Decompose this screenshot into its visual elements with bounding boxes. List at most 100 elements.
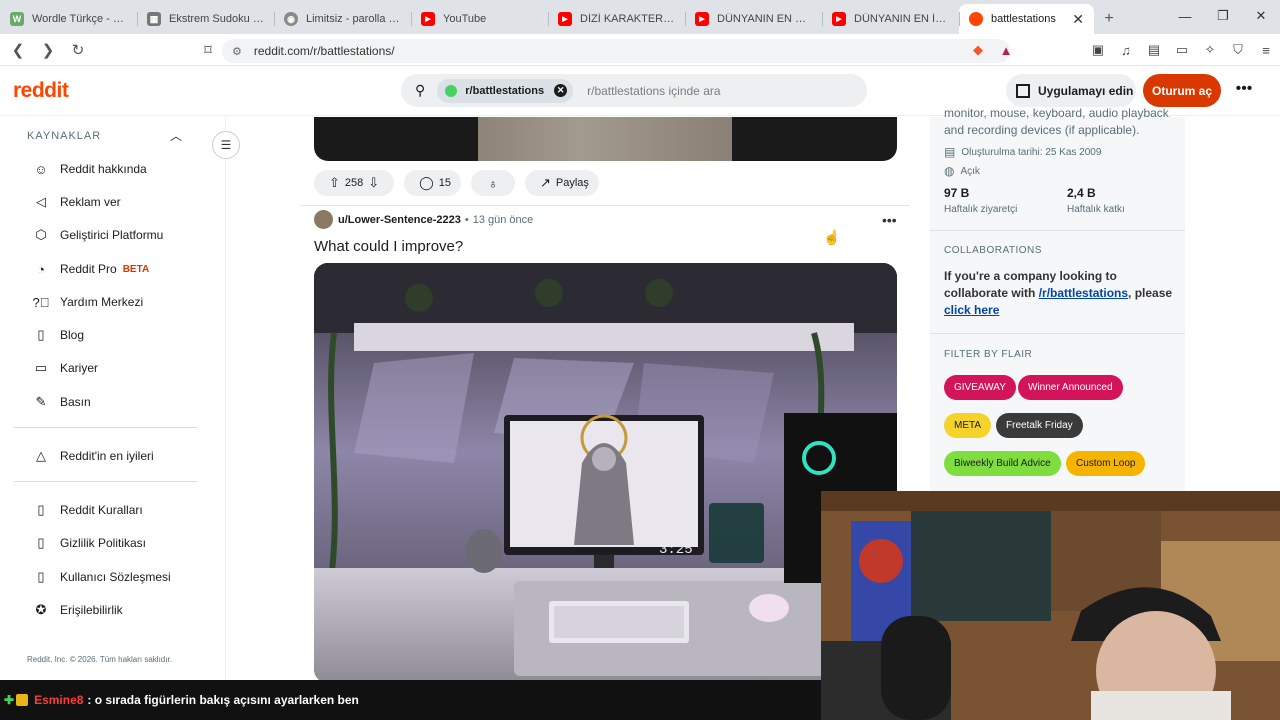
search-icon: ⚲ (415, 82, 426, 98)
url-text: reddit.com/r/battlestations/ (253, 44, 395, 58)
leo-ai-icon[interactable]: ✧ (1198, 38, 1222, 62)
sidebar-item-label: Reddit hakkında (60, 162, 147, 176)
resources-heading[interactable]: KAYNAKLAR (27, 130, 101, 142)
sidebar-item-careers[interactable]: ▭ Kariyer (32, 358, 98, 378)
sidebar-item-label: Erişilebilirlik (60, 603, 123, 617)
forward-icon[interactable]: ❯ (36, 38, 60, 62)
sidebar-item-rules[interactable]: ▯ Reddit Kuralları (32, 500, 143, 520)
vpn-icon[interactable]: ⛉ (1226, 38, 1250, 62)
tab-title: DÜNYANIN EN PAHA (717, 13, 812, 25)
sidebar-item-blog[interactable]: ▯ Blog (32, 325, 84, 345)
collab-subreddit-link[interactable]: /r/battlestations (1039, 286, 1128, 300)
post-author[interactable]: u/Lower-Sentence-2223 (338, 214, 461, 226)
bookmark-icon[interactable]: ⌑ (196, 38, 220, 62)
comments-button[interactable]: ◯ 15 (404, 170, 461, 196)
sidebar-item-privacy[interactable]: ▯ Gizlilik Politikası (32, 533, 146, 553)
previous-post-image[interactable] (314, 117, 897, 161)
clock-display: 3:25 (659, 542, 693, 558)
post-feed: ⇧ 258 ⇩ ◯ 15 ♁ ↗ Paylaş u/Lower-Sentence-2… (300, 117, 910, 680)
post-options-icon[interactable]: ••• (882, 212, 897, 228)
browser-tab[interactable]: ▶ YouTube (411, 4, 548, 34)
weekly-visitors-value: 97 B (944, 186, 970, 200)
pro-icon: ◔ (37, 261, 45, 277)
more-options-icon[interactable]: ••• (1228, 80, 1260, 100)
browser-tab[interactable]: W Wordle Türkçe - Günl (0, 4, 137, 34)
post-actions: ⇧ 258 ⇩ ◯ 15 ♁ ↗ Paylaş (314, 170, 609, 196)
music-icon[interactable]: ♫ (1114, 38, 1138, 62)
flair-giveaway[interactable]: GIVEAWAY (944, 375, 1016, 400)
reload-icon[interactable]: ↻ (66, 38, 90, 62)
megaphone-icon: ◁ (36, 194, 46, 209)
created-date-label: Oluşturulma tarihi: 25 Kas 2009 (961, 146, 1102, 158)
upvote-icon[interactable]: ⇧ (329, 175, 340, 191)
collaborations-text: If you're a company looking to collabora… (944, 268, 1179, 319)
browser-tab[interactable]: ▶ DÜNYANIN EN İYİ AR (822, 4, 959, 34)
brave-shield-icon[interactable]: ◆ (966, 38, 990, 62)
get-app-button[interactable]: Uygulamayı edin (1006, 74, 1136, 107)
new-tab-button[interactable]: + (1094, 4, 1124, 34)
sidebar-icon[interactable]: ▤ (1142, 38, 1166, 62)
collab-text-part: , please (1128, 286, 1173, 300)
minimize-icon[interactable]: — (1166, 0, 1204, 32)
sidebar-item-advertise[interactable]: ◁ Reklam ver (32, 192, 121, 212)
site-info-icon[interactable]: ⚙ (232, 45, 242, 58)
sidebar-item-label: Reddit Pro (60, 262, 117, 276)
sidebar-item-accessibility[interactable]: ✪ Erişilebilirlik (32, 600, 123, 620)
share-button[interactable]: ↗ Paylaş (524, 170, 599, 196)
sidebar-item-label: Reddit Kuralları (60, 503, 143, 517)
award-button[interactable]: ♁ (470, 170, 515, 196)
menu-icon[interactable]: ≡ (1254, 38, 1278, 62)
clear-chip-icon[interactable]: ✕ (554, 84, 568, 97)
login-button[interactable]: Oturum aç (1143, 74, 1221, 107)
browser-tab[interactable]: ◉ Limitsiz - parolla - Ke (274, 4, 411, 34)
privacy-book-icon: ▯ (37, 535, 45, 550)
sidebar-item-about[interactable]: ☺ Reddit hakkında (32, 159, 147, 179)
flair-winner-announced[interactable]: Winner Announced (1018, 375, 1123, 400)
cake-icon: ▤ (944, 145, 956, 159)
weekly-contributions-value: 2,4 B (1067, 186, 1096, 200)
chevron-up-icon[interactable]: ︿ (170, 127, 182, 144)
flair-custom-loop[interactable]: Custom Loop (1066, 451, 1146, 476)
back-icon[interactable]: ❮ (6, 38, 30, 62)
flair-freetalk-friday[interactable]: Freetalk Friday (996, 413, 1083, 438)
search-input[interactable]: r/battlestations içinde ara (587, 84, 720, 98)
collapse-sidebar-button[interactable]: ☰ (212, 131, 240, 159)
browser-tab[interactable]: ▶ DÜNYANIN EN PAHA (685, 4, 822, 34)
sidebar-item-developer[interactable]: ⬡ Geliştirici Platformu (32, 225, 163, 245)
post-image[interactable]: 3:25 (314, 263, 897, 680)
search-bar[interactable]: ⚲ r/battlestations ✕ r/battlestations iç… (401, 74, 867, 107)
tab-title: DÜNYANIN EN İYİ AR (854, 13, 949, 25)
browser-tab-active[interactable]: battlestations ✕ (959, 4, 1094, 34)
chat-username: Esmine8 (34, 693, 84, 707)
flair-meta[interactable]: META (944, 413, 992, 438)
reddit-logo[interactable]: reddit (13, 79, 69, 103)
browser-tab[interactable]: ▦ Ekstrem Sudoku - Üc (137, 4, 274, 34)
subreddit-chip[interactable]: r/battlestations ✕ (437, 78, 574, 103)
visibility: ◍ Açık (944, 164, 980, 178)
subreddit-icon (445, 84, 458, 97)
sidebar-item-agreement[interactable]: ▯ Kullanıcı Sözleşmesi (32, 567, 170, 587)
sidebar-divider (14, 427, 197, 428)
wallet-icon[interactable]: ▭ (1170, 38, 1194, 62)
sidebar-item-pro[interactable]: ◔ Reddit Pro BETA (32, 259, 149, 279)
post-title[interactable]: What could I improve? (314, 238, 463, 255)
brave-rewards-icon[interactable]: ▲ (994, 38, 1018, 62)
close-tab-icon[interactable]: ✕ (1072, 11, 1084, 28)
browser-tab[interactable]: ▶ DİZİ KARAKTERLERİNİ (548, 4, 685, 34)
sidebar-item-help[interactable]: ?⃝ Yardım Merkezi (32, 292, 144, 312)
downvote-icon[interactable]: ⇩ (368, 175, 379, 191)
close-window-icon[interactable]: ✕ (1242, 0, 1280, 32)
tab-title: Ekstrem Sudoku - Üc (169, 13, 264, 25)
maximize-icon[interactable]: ❐ (1204, 0, 1242, 32)
post-separator: • (464, 213, 469, 226)
collab-click-here-link[interactable]: click here (944, 303, 999, 317)
sidebar-item-best[interactable]: △ Reddit'in en iyileri (32, 446, 154, 466)
sidebar-item-press[interactable]: ✎ Basın (32, 392, 91, 412)
screenshot-icon[interactable]: ▣ (1086, 38, 1110, 62)
flair-biweekly-build-advice[interactable]: Biweekly Build Advice (944, 451, 1061, 476)
avatar[interactable] (314, 210, 333, 229)
url-field[interactable]: ⚙ reddit.com/r/battlestations/ (222, 39, 1010, 63)
browser-tab-bar: W Wordle Türkçe - Günl ▦ Ekstrem Sudoku - … (0, 0, 1280, 34)
globe-icon: ◍ (944, 164, 955, 178)
subscriber-badge-icon (16, 694, 29, 706)
